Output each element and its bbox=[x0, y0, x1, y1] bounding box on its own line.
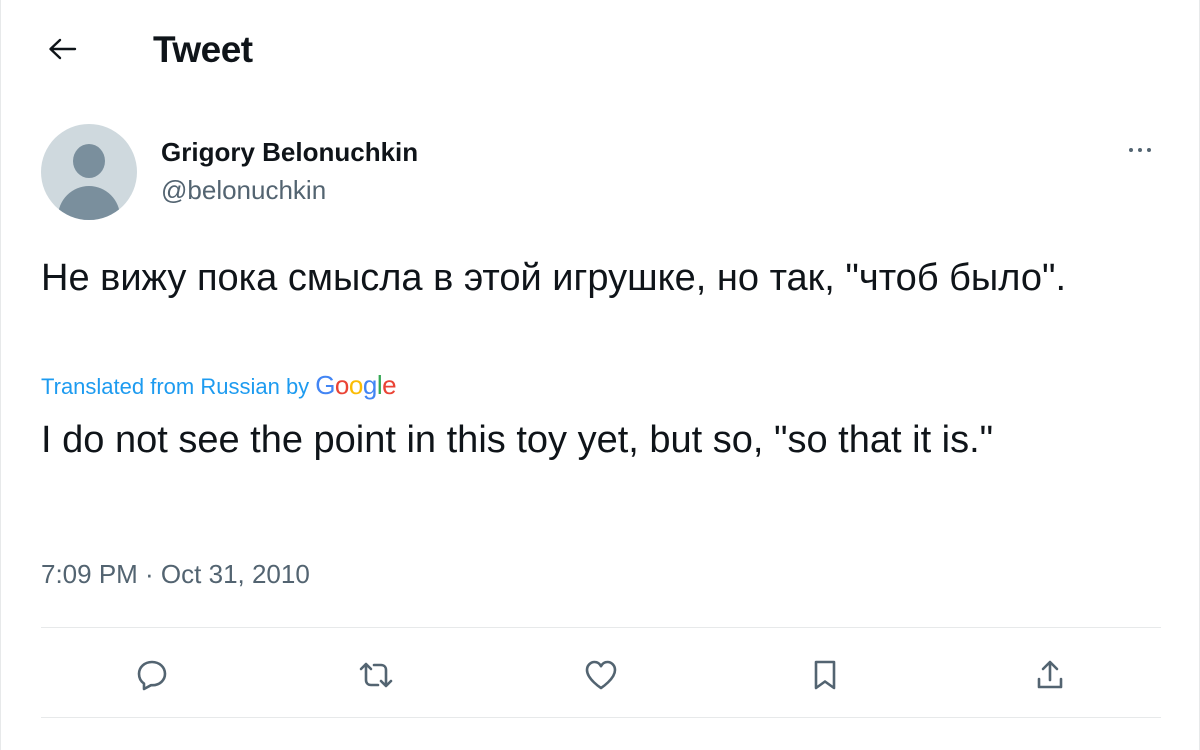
like-icon bbox=[585, 660, 617, 690]
back-arrow-icon bbox=[49, 38, 77, 60]
divider bbox=[41, 717, 1161, 718]
bookmark-icon bbox=[814, 660, 836, 690]
page-header: Tweet bbox=[1, 0, 1200, 98]
avatar-head-shape bbox=[73, 144, 105, 178]
reply-icon bbox=[137, 660, 167, 691]
google-logo: Google bbox=[315, 370, 397, 400]
more-dot-icon bbox=[1129, 148, 1133, 152]
more-dot-icon bbox=[1138, 148, 1142, 152]
more-dot-icon bbox=[1147, 148, 1151, 152]
retweet-button[interactable] bbox=[351, 650, 401, 700]
translated-text: I do not see the point in this toy yet, … bbox=[41, 419, 994, 461]
author-handle[interactable]: @belonuchkin bbox=[161, 174, 326, 206]
tweet-text: Не вижу пока смысла в этой игрушке, но т… bbox=[41, 257, 1066, 299]
reply-button[interactable] bbox=[127, 650, 177, 700]
share-icon bbox=[1037, 660, 1063, 689]
more-options-button[interactable] bbox=[1119, 132, 1161, 168]
like-button[interactable] bbox=[576, 650, 626, 700]
author-display-name[interactable]: Grigory Belonuchkin bbox=[161, 136, 418, 168]
tweet-timestamp[interactable]: 7:09 PM · Oct 31, 2010 bbox=[41, 558, 310, 590]
translation-label[interactable]: Translated from Russian by bbox=[41, 372, 309, 402]
back-button[interactable] bbox=[39, 26, 85, 72]
page-title: Tweet bbox=[153, 29, 253, 70]
avatar-body-shape bbox=[58, 186, 120, 220]
tweet-page: Tweet Grigory Belonuchkin @belonuchkin Н… bbox=[0, 0, 1200, 750]
share-button[interactable] bbox=[1025, 650, 1075, 700]
translation-attribution: Translated from Russian by Google bbox=[41, 370, 397, 402]
divider bbox=[41, 627, 1161, 628]
bookmark-button[interactable] bbox=[800, 650, 850, 700]
action-bar bbox=[41, 640, 1161, 710]
retweet-icon bbox=[359, 662, 393, 688]
avatar[interactable] bbox=[41, 124, 137, 220]
